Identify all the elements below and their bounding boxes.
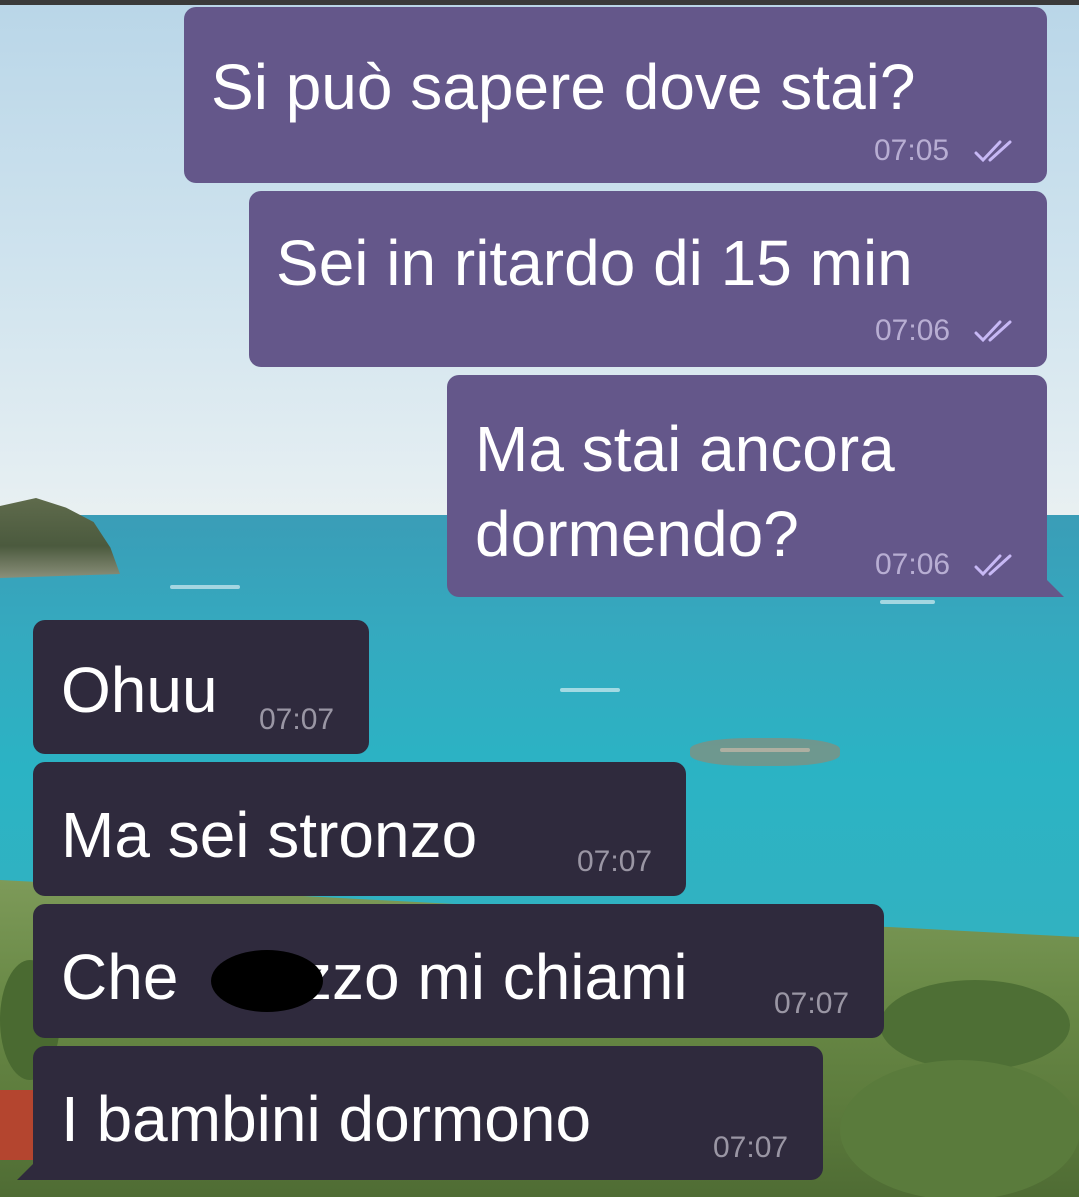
message-text-line: dormendo? [475,498,799,570]
message-text-end: zzo mi chiami [300,941,688,1013]
incoming-message[interactable]: Che zzo mi chiami 07:07 [33,904,884,1038]
bubble-tail [1046,579,1064,597]
incoming-message[interactable]: Ohuu 07:07 [33,620,369,754]
message-text: Sei in ritardo di 15 min [276,227,913,299]
double-check-icon [974,320,1012,343]
message-text-start: Che [61,941,179,1013]
message-time: 07:06 [875,314,951,347]
message-text: Ma sei stronzo [61,799,478,871]
message-time: 07:07 [259,703,335,736]
incoming-message[interactable]: I bambini dormono 07:07 [17,1046,823,1180]
message-time: 07:07 [713,1131,789,1164]
message-time: 07:05 [874,134,950,167]
message-time: 07:06 [875,548,951,581]
message-list[interactable]: Si può sapere dove stai? 07:05 Sei in ri… [0,0,1079,1197]
double-check-icon [974,554,1012,577]
message-time: 07:07 [774,987,850,1020]
double-check-icon [974,140,1012,163]
bubble-tail [17,1162,35,1180]
message-text-line: Ma stai ancora [475,413,895,485]
incoming-message[interactable]: Ma sei stronzo 07:07 [33,762,686,896]
redaction-mark [211,950,323,1012]
message-time: 07:07 [577,845,653,878]
message-text: I bambini dormono [61,1083,592,1155]
outgoing-message[interactable]: Ma stai ancora dormendo? 07:06 [447,375,1064,597]
message-text: Ohuu [61,654,218,726]
message-text: Si può sapere dove stai? [211,51,916,123]
outgoing-message[interactable]: Si può sapere dove stai? 07:05 [184,7,1047,183]
outgoing-message[interactable]: Sei in ritardo di 15 min 07:06 [249,191,1047,367]
